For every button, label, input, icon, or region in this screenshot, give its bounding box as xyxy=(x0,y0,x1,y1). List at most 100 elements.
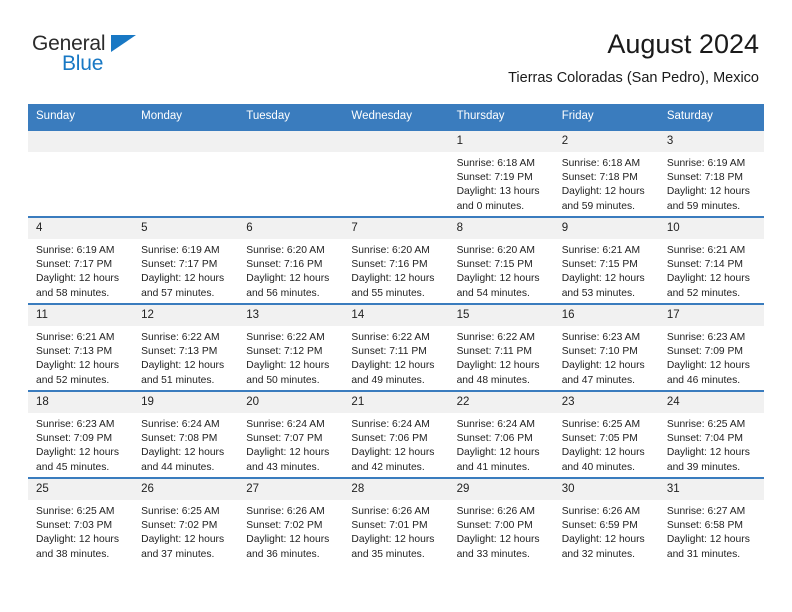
calendar-day-cell[interactable]: 13 Sunrise: 6:22 AM Sunset: 7:12 PM Dayl… xyxy=(238,303,344,391)
calendar-day-cell[interactable]: 28 Sunrise: 6:26 AM Sunset: 7:01 PM Dayl… xyxy=(343,477,449,564)
daylight-text-line2: and 39 minutes. xyxy=(666,461,741,473)
daylight-text-line2: and 58 minutes. xyxy=(36,287,110,299)
calendar-day-cell[interactable]: 10 Sunrise: 6:21 AM Sunset: 7:14 PM Dayl… xyxy=(658,216,764,304)
day-number: 17 xyxy=(658,305,764,326)
page-title: August 2024 xyxy=(607,29,759,59)
day-details: Sunrise: 6:19 AM Sunset: 7:17 PM Dayligh… xyxy=(28,239,133,301)
calendar-body: 1 Sunrise: 6:18 AM Sunset: 7:19 PM Dayli… xyxy=(28,129,764,564)
sunset-text: Sunset: 7:15 PM xyxy=(561,259,638,271)
sunset-text: Sunset: 7:19 PM xyxy=(456,172,533,184)
day-number: 20 xyxy=(238,392,344,413)
day-details xyxy=(133,152,238,157)
calendar-day-cell[interactable]: 22 Sunrise: 6:24 AM Sunset: 7:06 PM Dayl… xyxy=(448,390,554,478)
calendar-day-cell[interactable]: 24 Sunrise: 6:25 AM Sunset: 7:04 PM Dayl… xyxy=(658,390,764,478)
day-details: Sunrise: 6:22 AM Sunset: 7:13 PM Dayligh… xyxy=(133,326,238,388)
daylight-text-line2: and 56 minutes. xyxy=(246,287,320,299)
sunrise-text: Sunrise: 6:21 AM xyxy=(561,245,641,256)
day-details: Sunrise: 6:21 AM Sunset: 7:13 PM Dayligh… xyxy=(28,326,133,388)
calendar-day-cell[interactable]: 29 Sunrise: 6:26 AM Sunset: 7:00 PM Dayl… xyxy=(448,477,554,564)
general-blue-logo[interactable]: General Blue xyxy=(32,33,182,81)
logo-triangle-icon xyxy=(111,35,136,52)
calendar-day-cell[interactable]: 12 Sunrise: 6:22 AM Sunset: 7:13 PM Dayl… xyxy=(133,303,239,391)
day-number: 4 xyxy=(28,218,134,239)
day-number xyxy=(343,131,449,152)
calendar-day-cell[interactable] xyxy=(343,129,449,217)
calendar-day-cell[interactable]: 4 Sunrise: 6:19 AM Sunset: 7:17 PM Dayli… xyxy=(28,216,134,304)
day-details: Sunrise: 6:20 AM Sunset: 7:16 PM Dayligh… xyxy=(238,239,343,301)
daylight-text-line2: and 40 minutes. xyxy=(561,461,635,473)
sunrise-text: Sunrise: 6:24 AM xyxy=(456,419,535,430)
weekday-header-monday: Monday xyxy=(133,104,239,130)
daylight-text-line2: and 59 minutes. xyxy=(666,200,741,212)
calendar-day-cell[interactable] xyxy=(238,129,344,217)
day-number: 3 xyxy=(658,131,764,152)
calendar-day-cell[interactable]: 8 Sunrise: 6:20 AM Sunset: 7:15 PM Dayli… xyxy=(448,216,554,304)
page-header: General Blue August 2024 Tierras Colorad… xyxy=(0,0,792,86)
day-details: Sunrise: 6:24 AM Sunset: 7:08 PM Dayligh… xyxy=(133,413,238,475)
sunrise-text: Sunrise: 6:24 AM xyxy=(141,419,220,430)
daylight-text-line2: and 49 minutes. xyxy=(351,374,425,386)
day-number: 11 xyxy=(28,305,134,326)
calendar-day-cell[interactable]: 21 Sunrise: 6:24 AM Sunset: 7:06 PM Dayl… xyxy=(343,390,449,478)
daylight-text-line2: and 33 minutes. xyxy=(456,548,530,560)
daylight-text-line1: Daylight: 12 hours xyxy=(36,273,119,285)
sunset-text: Sunset: 7:13 PM xyxy=(36,346,113,358)
calendar-day-cell[interactable]: 6 Sunrise: 6:20 AM Sunset: 7:16 PM Dayli… xyxy=(238,216,344,304)
calendar-day-cell[interactable]: 31 Sunrise: 6:27 AM Sunset: 6:58 PM Dayl… xyxy=(658,477,764,564)
daylight-text-line1: Daylight: 12 hours xyxy=(246,447,330,459)
calendar-day-cell[interactable]: 30 Sunrise: 6:26 AM Sunset: 6:59 PM Dayl… xyxy=(553,477,659,564)
calendar-day-cell[interactable]: 5 Sunrise: 6:19 AM Sunset: 7:17 PM Dayli… xyxy=(133,216,239,304)
calendar-day-cell[interactable]: 23 Sunrise: 6:25 AM Sunset: 7:05 PM Dayl… xyxy=(553,390,659,478)
day-number: 8 xyxy=(448,218,554,239)
day-number: 30 xyxy=(553,479,659,500)
day-details: Sunrise: 6:23 AM Sunset: 7:09 PM Dayligh… xyxy=(28,413,133,475)
weekday-header-friday: Friday xyxy=(553,104,659,130)
calendar-day-cell[interactable]: 19 Sunrise: 6:24 AM Sunset: 7:08 PM Dayl… xyxy=(133,390,239,478)
calendar-week-row: 25 Sunrise: 6:25 AM Sunset: 7:03 PM Dayl… xyxy=(28,477,764,564)
daylight-text-line1: Daylight: 12 hours xyxy=(141,273,225,285)
weekday-header-row: Sunday Monday Tuesday Wednesday Thursday… xyxy=(28,104,764,130)
calendar-day-cell[interactable]: 26 Sunrise: 6:25 AM Sunset: 7:02 PM Dayl… xyxy=(133,477,239,564)
calendar-day-cell[interactable]: 17 Sunrise: 6:23 AM Sunset: 7:09 PM Dayl… xyxy=(658,303,764,391)
sunrise-text: Sunrise: 6:20 AM xyxy=(351,245,430,256)
sunrise-text: Sunrise: 6:26 AM xyxy=(456,506,535,517)
calendar-day-cell[interactable]: 16 Sunrise: 6:23 AM Sunset: 7:10 PM Dayl… xyxy=(553,303,659,391)
daylight-text-line2: and 43 minutes. xyxy=(246,461,320,473)
daylight-text-line2: and 50 minutes. xyxy=(246,374,320,386)
calendar-day-cell[interactable]: 7 Sunrise: 6:20 AM Sunset: 7:16 PM Dayli… xyxy=(343,216,449,304)
calendar-day-cell[interactable] xyxy=(28,129,134,217)
calendar-day-cell[interactable]: 11 Sunrise: 6:21 AM Sunset: 7:13 PM Dayl… xyxy=(28,303,134,391)
sunset-text: Sunset: 7:12 PM xyxy=(246,346,323,358)
sunset-text: Sunset: 7:09 PM xyxy=(36,433,113,445)
calendar-day-cell[interactable]: 27 Sunrise: 6:26 AM Sunset: 7:02 PM Dayl… xyxy=(238,477,344,564)
calendar-day-cell[interactable]: 25 Sunrise: 6:25 AM Sunset: 7:03 PM Dayl… xyxy=(28,477,134,564)
calendar-day-cell[interactable]: 9 Sunrise: 6:21 AM Sunset: 7:15 PM Dayli… xyxy=(553,216,659,304)
daylight-text-line2: and 41 minutes. xyxy=(456,461,530,473)
day-number: 19 xyxy=(133,392,239,413)
calendar-day-cell[interactable]: 2 Sunrise: 6:18 AM Sunset: 7:18 PM Dayli… xyxy=(553,129,659,217)
day-number: 28 xyxy=(343,479,449,500)
daylight-text-line2: and 45 minutes. xyxy=(36,461,110,473)
calendar-day-cell[interactable]: 15 Sunrise: 6:22 AM Sunset: 7:11 PM Dayl… xyxy=(448,303,554,391)
calendar-day-cell[interactable]: 3 Sunrise: 6:19 AM Sunset: 7:18 PM Dayli… xyxy=(658,129,764,217)
day-details: Sunrise: 6:22 AM Sunset: 7:11 PM Dayligh… xyxy=(343,326,448,388)
calendar-week-row: 18 Sunrise: 6:23 AM Sunset: 7:09 PM Dayl… xyxy=(28,390,764,478)
daylight-text-line2: and 32 minutes. xyxy=(561,548,635,560)
daylight-text-line1: Daylight: 12 hours xyxy=(351,534,435,546)
sunrise-text: Sunrise: 6:23 AM xyxy=(561,332,641,343)
calendar-day-cell[interactable]: 18 Sunrise: 6:23 AM Sunset: 7:09 PM Dayl… xyxy=(28,390,134,478)
day-number xyxy=(238,131,344,152)
sunset-text: Sunset: 7:15 PM xyxy=(456,259,533,271)
daylight-text-line1: Daylight: 12 hours xyxy=(141,447,225,459)
calendar-week-row: 1 Sunrise: 6:18 AM Sunset: 7:19 PM Dayli… xyxy=(28,129,764,217)
title-block: August 2024 Tierras Coloradas (San Pedro… xyxy=(508,28,759,87)
day-number: 31 xyxy=(658,479,764,500)
calendar-day-cell[interactable]: 14 Sunrise: 6:22 AM Sunset: 7:11 PM Dayl… xyxy=(343,303,449,391)
calendar-day-cell[interactable] xyxy=(133,129,239,217)
sunrise-text: Sunrise: 6:21 AM xyxy=(666,245,746,256)
day-details: Sunrise: 6:18 AM Sunset: 7:18 PM Dayligh… xyxy=(554,152,659,214)
daylight-text-line1: Daylight: 12 hours xyxy=(456,447,540,459)
calendar-day-cell[interactable]: 1 Sunrise: 6:18 AM Sunset: 7:19 PM Dayli… xyxy=(448,129,554,217)
sunset-text: Sunset: 7:14 PM xyxy=(666,259,743,271)
calendar-day-cell[interactable]: 20 Sunrise: 6:24 AM Sunset: 7:07 PM Dayl… xyxy=(238,390,344,478)
